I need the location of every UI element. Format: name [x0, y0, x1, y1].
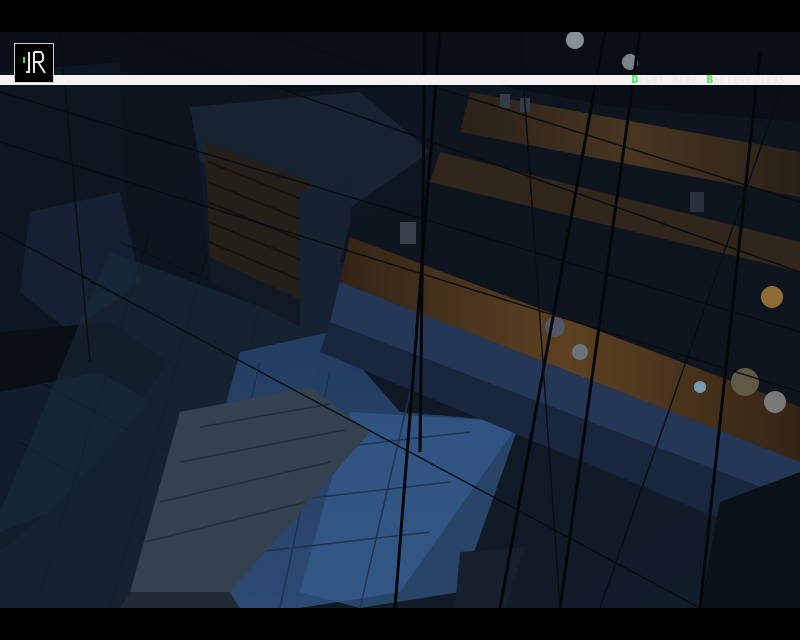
jr-monogram-icon — [23, 51, 46, 74]
tagline-word-doubt: oubt more. — [639, 73, 707, 86]
tagline-initial-d: D — [631, 73, 640, 86]
game-screen: Doubt more.Believe less. — [0, 0, 800, 640]
tagline-initial-b: B — [706, 73, 715, 86]
game-scene-viewport — [0, 32, 800, 608]
tagline: Doubt more.Believe less. — [632, 74, 794, 86]
letterbox-bottom — [0, 608, 800, 640]
letterbox-top — [0, 0, 800, 32]
tagline-word-believe: elieve less. — [714, 73, 794, 86]
logo-badge — [14, 43, 54, 83]
